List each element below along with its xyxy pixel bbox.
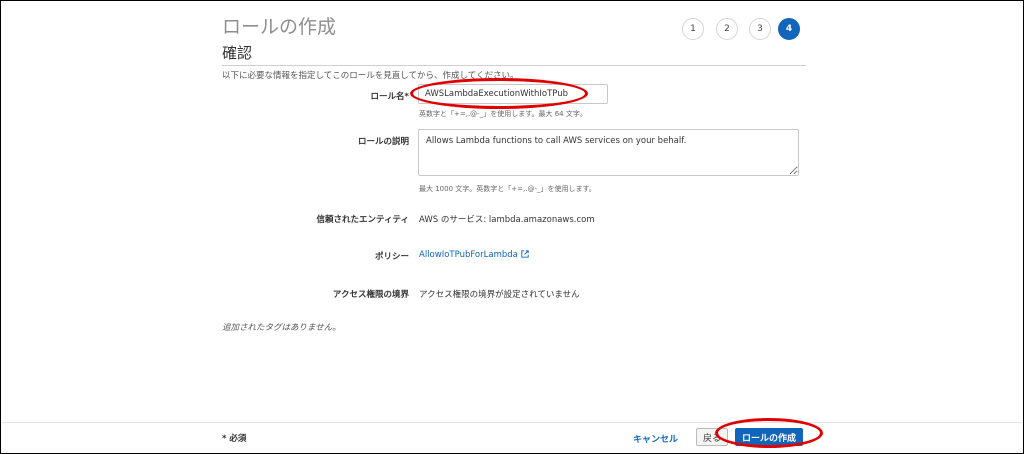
external-link-icon[interactable] [521, 250, 529, 258]
cancel-button[interactable]: キャンセル [633, 432, 678, 445]
create-role-button[interactable]: ロールの作成 [735, 428, 803, 446]
step-4: 4 [778, 18, 800, 40]
policy-link[interactable]: AllowIoTPubForLambda [419, 250, 518, 260]
footer-divider [1, 422, 1023, 423]
trusted-entity-label: 信頼されたエンティティ [316, 215, 409, 225]
policy-label: ポリシー [374, 252, 409, 262]
section-title: 確認 [222, 44, 253, 62]
role-name-hint: 英数字と「+=,.@-_」を使用します。最大 64 文字。 [419, 110, 587, 118]
trusted-entity-value: AWS のサービス: lambda.amazonaws.com [419, 215, 595, 225]
step-2[interactable]: 2 [716, 18, 738, 40]
permissions-boundary-label: アクセス権限の境界 [332, 290, 409, 300]
tags-note: 追加されたタグはありません。 [222, 323, 341, 333]
section-divider [222, 65, 806, 66]
role-description-label: ロールの説明 [357, 137, 409, 147]
role-name-input[interactable] [418, 84, 608, 104]
page-title: ロールの作成 [222, 16, 337, 38]
policy-value: AllowIoTPubForLambda [419, 250, 529, 260]
intro-text: 以下に必要な情報を指定してこのロールを見直してから、作成してください。 [222, 71, 519, 81]
step-3[interactable]: 3 [749, 18, 771, 40]
permissions-boundary-value: アクセス権限の境界が設定されていません [419, 290, 580, 300]
required-note: * 必須 [222, 434, 247, 444]
page-frame: ロールの作成 1 2 3 4 確認 以下に必要な情報を指定してこのロールを見直し… [0, 0, 1024, 454]
role-name-label: ロール名* [370, 92, 409, 102]
back-button[interactable]: 戻る [696, 428, 728, 446]
role-description-textarea[interactable]: Allows Lambda functions to call AWS serv… [418, 129, 799, 176]
role-description-hint: 最大 1000 文字。英数字と「+=,.@-_」を使用します。 [419, 185, 596, 193]
step-1[interactable]: 1 [682, 18, 704, 40]
